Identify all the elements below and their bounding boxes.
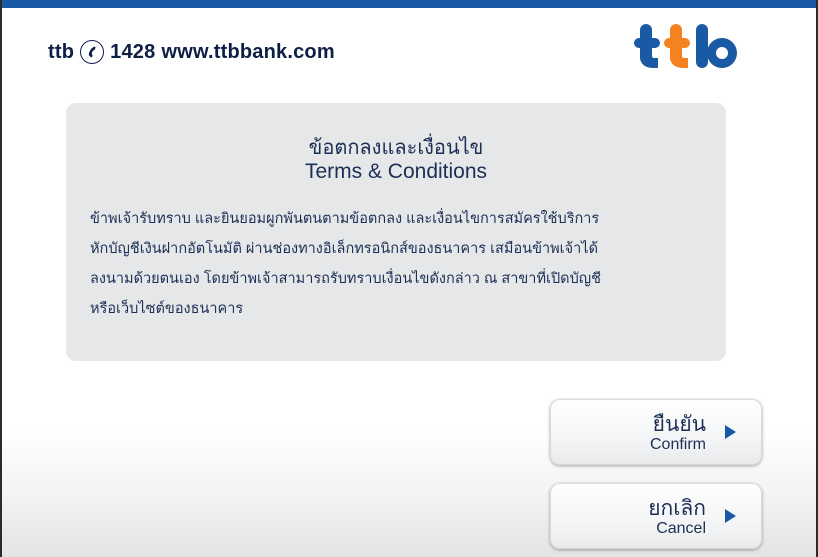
terms-title-english: Terms & Conditions — [304, 160, 488, 183]
contact-header: ttb 1428 www.ttbbank.com — [48, 40, 335, 64]
terms-title-thai: ข้อตกลงและเงื่อนไข — [308, 137, 484, 159]
terms-line: หรือเว็บไซต์ของธนาคาร — [90, 301, 244, 317]
terms-panel: ข้อตกลงและเงื่อนไข Terms & Conditions ข้… — [66, 103, 726, 361]
brand-name: ttb — [48, 40, 75, 63]
confirm-button[interactable]: ยืนยัน Confirm — [550, 399, 762, 465]
website-text: www.ttbbank.com — [161, 40, 335, 63]
ttb-logo — [634, 24, 737, 68]
arrow-right-icon — [725, 509, 736, 523]
cancel-label-english: Cancel — [656, 520, 706, 537]
confirm-label-english: Confirm — [649, 436, 706, 453]
terms-line: ข้าพเจ้ารับทราบ และยินยอมผูกพันตนตามข้อต… — [90, 211, 600, 227]
phone-icon — [80, 40, 105, 64]
arrow-right-icon — [725, 425, 736, 439]
phone-number: 1428 — [110, 40, 156, 63]
terms-line: ลงนามด้วยตนเอง โดยข้าพเจ้าสามารถรับทราบเ… — [90, 271, 601, 287]
cancel-button[interactable]: ยกเลิก Cancel — [550, 483, 762, 549]
terms-body: ข้าพเจ้ารับทราบ และยินยอมผูกพันตนตามข้อต… — [90, 204, 706, 324]
atm-screen: ttb 1428 www.ttbbank.com ข้อตกลงและเงื่อ… — [0, 0, 818, 557]
terms-line: หักบัญชีเงินฝากอัตโนมัติ ผ่านช่องทางอิเล… — [90, 241, 598, 257]
top-accent-bar — [2, 0, 816, 8]
